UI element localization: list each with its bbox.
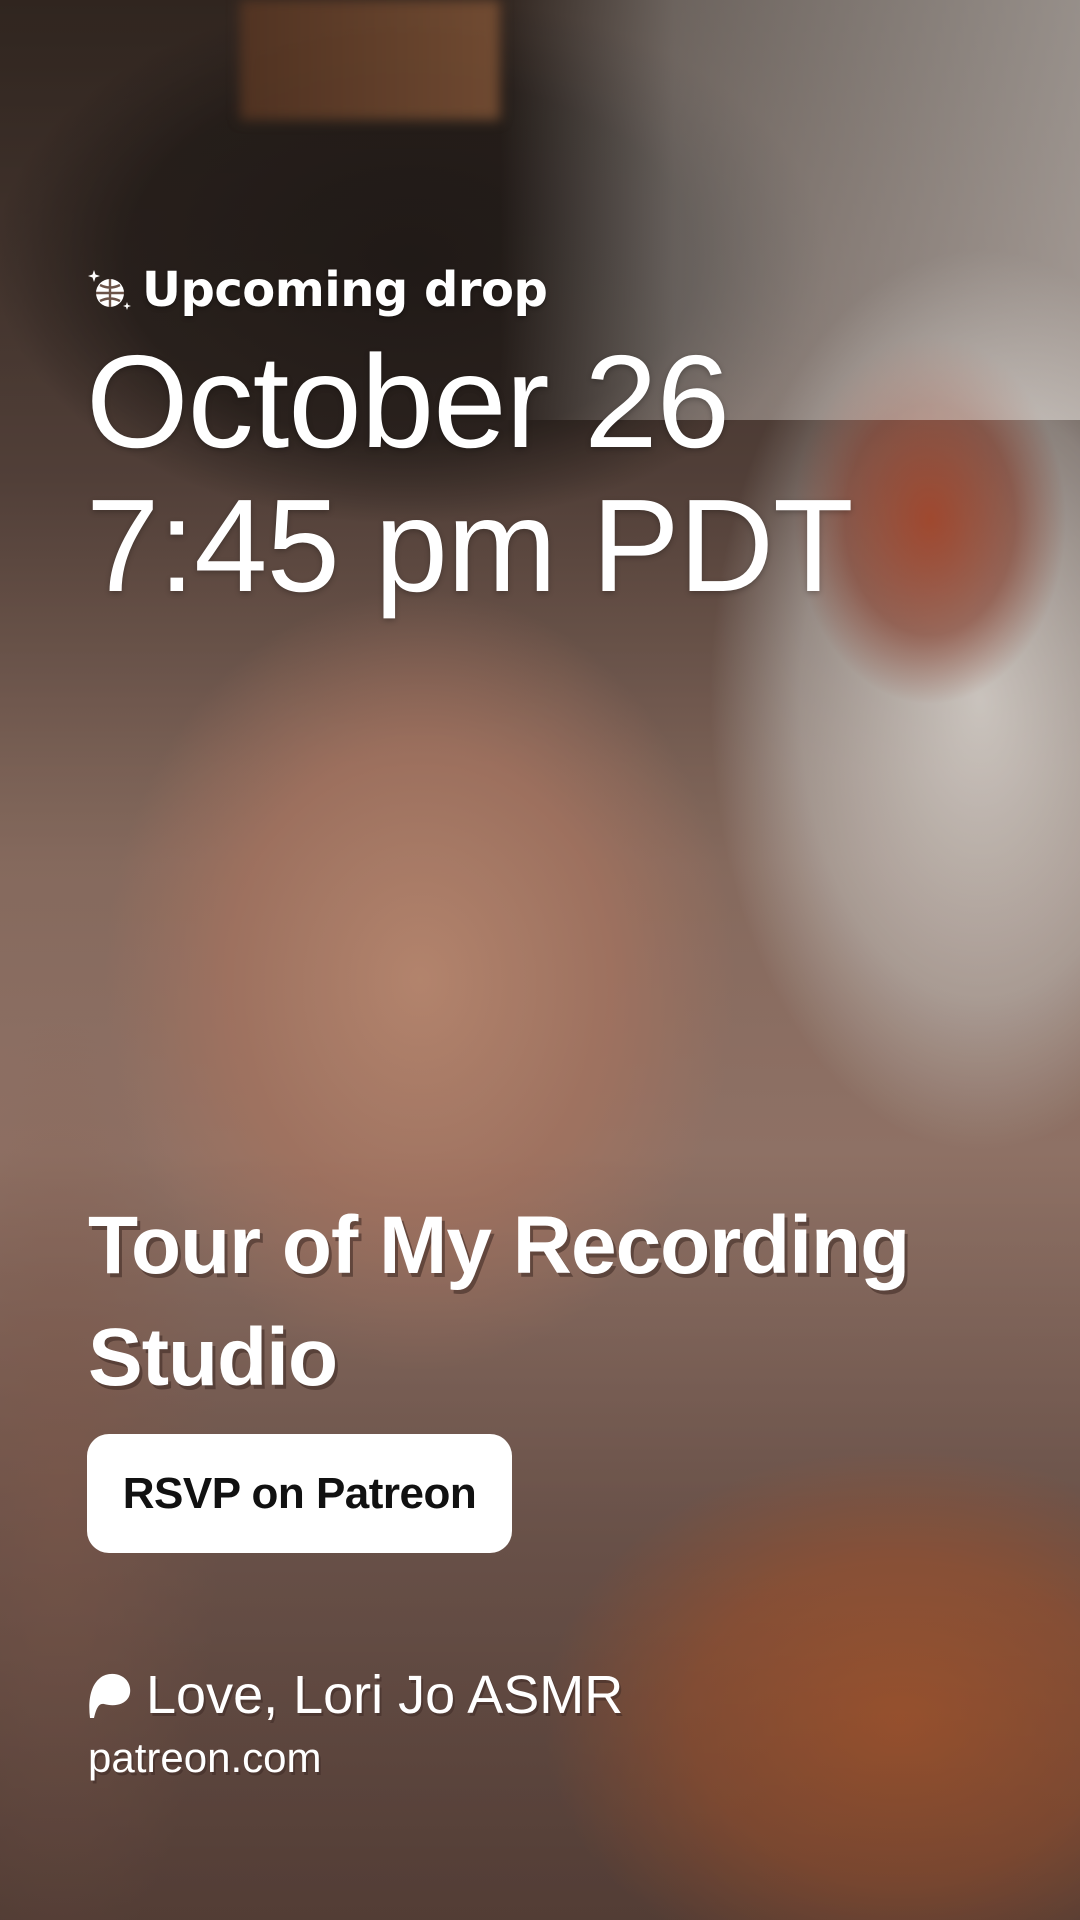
upcoming-drop-text: Upcoming drop (142, 262, 548, 318)
drop-time: 7:45 pm PDT (86, 472, 854, 619)
post-title: Tour of My Recording Studio (88, 1200, 910, 1403)
rsvp-button[interactable]: RSVP on Patreon (87, 1434, 512, 1553)
upcoming-drop-label: Upcoming drop (88, 262, 548, 318)
story-card: Upcoming drop October 26 7:45 pm PDT Tou… (0, 0, 1080, 1920)
drop-date: October 26 (86, 328, 730, 475)
drop-datetime: October 26 7:45 pm PDT (86, 328, 854, 619)
creator-signature: Love, Lori Jo ASMR (88, 1664, 623, 1726)
background-frame (240, 0, 500, 120)
creator-domain: patreon.com (88, 1734, 322, 1781)
creator-name: Love, Lori Jo ASMR (146, 1665, 624, 1725)
patreon-logo-icon (88, 1671, 132, 1719)
disco-ball-sparkle-icon (88, 268, 132, 312)
